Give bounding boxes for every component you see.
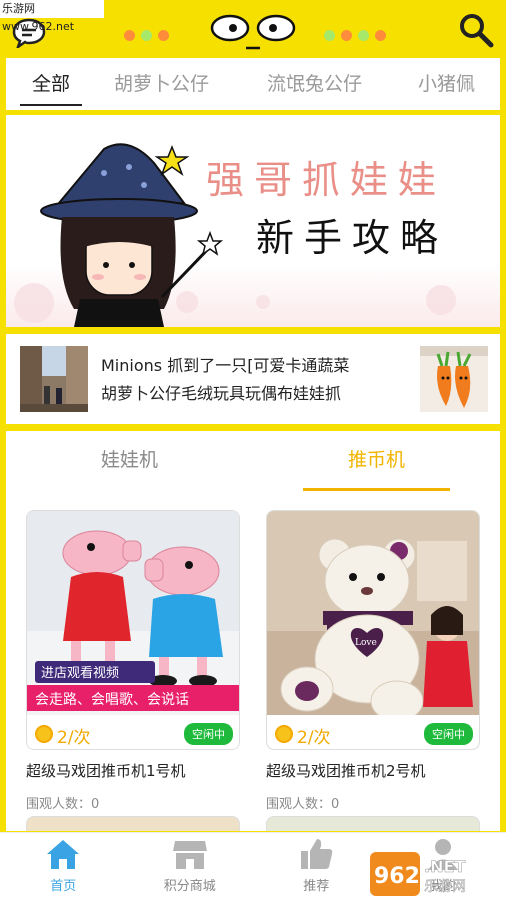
promo-video-label: 进店观看视频 (41, 665, 119, 681)
tab-carrot-doll[interactable]: 胡萝卜公仔 (114, 58, 209, 110)
coin-icon (275, 725, 293, 743)
decor-dots-right (324, 30, 386, 41)
machine-card-1[interactable]: 进店观看视频 会走路、会唱歌、会说话 2/次 空闲中 超级马戏团推币机1号机 围… (26, 510, 240, 812)
tab-rogue-rabbit-doll[interactable]: 流氓兔公仔 (267, 58, 362, 110)
tab-all[interactable]: 全部 (19, 58, 83, 110)
home-icon (47, 840, 80, 869)
machine-image-2: Love 2/次 空闲中 (266, 510, 480, 750)
thumbs-up-icon (301, 839, 333, 869)
tab-peppa-pig[interactable]: 小猪佩 (418, 58, 475, 110)
site-watermark-logo: 962 .NET 乐游网 (370, 852, 466, 896)
machine-image-1: 进店观看视频 会走路、会唱歌、会说话 2/次 空闲中 (26, 510, 240, 750)
status-badge-2: 空闲中 (424, 723, 473, 745)
watermark-site-name: 乐游网 (424, 879, 466, 895)
mascot-eyes-icon (210, 14, 296, 50)
nav-home[interactable]: 首页 (0, 833, 127, 900)
watcher-count-1: 围观人数：0 (26, 797, 100, 812)
watermark-logo-suffix: .NET (424, 857, 465, 876)
nav-home-label: 首页 (50, 879, 77, 894)
watermark-logo-number: 962 (374, 864, 420, 889)
promo-features-label: 会走路、会唱歌、会说话 (35, 692, 189, 708)
news-headline-line2: 胡萝卜公仔毛绒玩具玩偶布娃娃抓 (101, 384, 342, 403)
news-ticker[interactable]: Minions 抓到了一只[可爱卡通蔬菜 胡萝卜公仔毛绒玩具玩偶布娃娃抓 (6, 334, 500, 424)
street-photo-thumbnail (20, 346, 88, 412)
nav-recommend-label: 推荐 (303, 879, 330, 894)
machine-card-4-partial[interactable] (266, 816, 480, 831)
machine-name-1: 超级马戏团推币机1号机 (26, 762, 186, 780)
machine-card-2[interactable]: Love 2/次 空闲中 超级马戏团推币机2号机 围观人数：0 (266, 510, 480, 812)
machine-grid: 进店观看视频 会走路、会唱歌、会说话 2/次 空闲中 超级马戏团推币机1号机 围… (6, 491, 500, 831)
price-1: 2/次 (57, 728, 91, 748)
promo-banner[interactable]: 强哥抓娃娃 新手攻略 (6, 115, 500, 327)
witch-girl-illustration (40, 143, 224, 327)
decor-dots-left (124, 30, 169, 41)
price-2: 2/次 (297, 728, 331, 748)
carrot-doll-thumbnail (420, 346, 488, 412)
status-badge-1: 空闲中 (184, 723, 233, 745)
banner-title: 强哥抓娃娃 (206, 158, 447, 202)
machine-info-bar-2: 2/次 空闲中 (267, 715, 479, 749)
machine-name-2: 超级马戏团推币机2号机 (266, 762, 426, 780)
banner-subtitle: 新手攻略 (256, 216, 449, 260)
watcher-count-2: 围观人数：0 (266, 797, 340, 812)
nav-points-mall[interactable]: 积分商城 (127, 833, 254, 900)
watermark-top: 乐游网 www.962.net (0, 0, 104, 33)
store-icon (172, 841, 207, 869)
nav-points-mall-label: 积分商城 (163, 879, 216, 894)
machine-card-3-partial[interactable] (26, 816, 240, 831)
machine-info-bar-1: 2/次 空闲中 (27, 715, 239, 749)
search-icon[interactable] (458, 12, 494, 48)
category-tabs: 全部 胡萝卜公仔 流氓兔公仔 小猪佩 (6, 58, 500, 110)
tab-claw-machine[interactable]: 娃娃机 (6, 431, 253, 491)
tab-coin-pusher[interactable]: 推币机 (253, 431, 500, 491)
machine-type-tabs: 娃娃机 推币机 (6, 431, 500, 491)
news-headline-line1: Minions 抓到了一只[可爱卡通蔬菜 (101, 356, 350, 375)
coin-icon (35, 725, 53, 743)
love-heart-label: Love (355, 638, 377, 648)
nav-recommend[interactable]: 推荐 (253, 833, 380, 900)
